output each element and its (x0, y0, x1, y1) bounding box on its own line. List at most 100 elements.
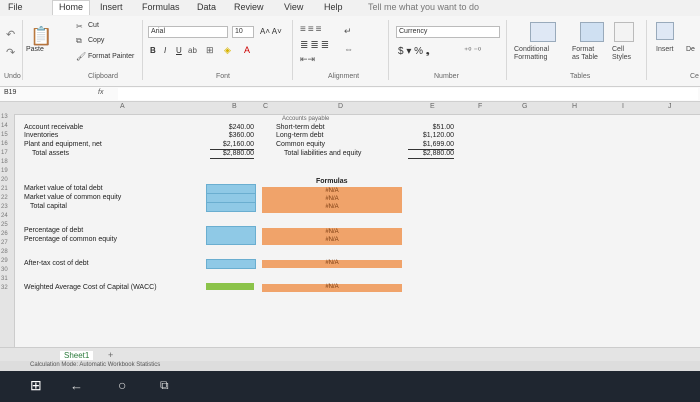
conditional-formatting-icon[interactable] (530, 22, 556, 42)
row-number[interactable]: 27 (1, 240, 8, 246)
row-number[interactable]: 30 (1, 267, 8, 273)
copy-button[interactable]: Copy (88, 37, 104, 44)
asset-total[interactable]: $2,880.00 (210, 150, 254, 159)
row-number[interactable]: 32 (1, 285, 8, 291)
format-table-icon[interactable] (580, 22, 604, 42)
row-number[interactable]: 21 (1, 186, 8, 192)
redo-icon[interactable]: ↷ (6, 46, 15, 59)
number-format-select[interactable]: Currency (396, 26, 500, 38)
row-number[interactable]: 13 (1, 114, 8, 120)
merge-center-icon[interactable]: ⇔ (344, 44, 353, 54)
undo-icon[interactable]: ↶ (6, 28, 15, 41)
align-top-icons[interactable]: ≡≡≡ (300, 24, 324, 35)
format-painter-button[interactable]: Format Painter (88, 53, 134, 60)
paste-label[interactable]: Paste (26, 46, 44, 53)
borders-icon[interactable]: ⊞ (206, 45, 214, 56)
row-number[interactable]: 26 (1, 231, 8, 237)
formula-input[interactable] (118, 88, 698, 100)
row-number[interactable]: 29 (1, 258, 8, 264)
format-as-table-button[interactable]: Format as Table (572, 46, 598, 62)
tab-file[interactable]: File (8, 2, 23, 12)
input-cell-blue[interactable] (206, 202, 256, 212)
back-arrow-icon[interactable]: ← (70, 378, 83, 393)
row-number[interactable]: 19 (1, 168, 8, 174)
fx-icon[interactable]: fx (98, 89, 103, 96)
row-number[interactable]: 15 (1, 132, 8, 138)
windows-start-icon[interactable]: ⊞ (30, 377, 42, 394)
formula-result[interactable]: #N/A (302, 260, 362, 266)
row-number[interactable]: 23 (1, 204, 8, 210)
font-size-select[interactable]: 10 (232, 26, 254, 38)
asset-value[interactable]: $240.00 (210, 124, 254, 132)
cell-styles-icon[interactable] (614, 22, 634, 42)
formula-result[interactable]: #N/A (302, 284, 362, 290)
tell-me-search[interactable]: Tell me what you want to do (368, 2, 479, 12)
task-view-icon[interactable]: ⧉ (160, 378, 169, 393)
column-header[interactable]: C (263, 103, 268, 110)
tab-help[interactable]: Help (324, 2, 343, 12)
tab-review[interactable]: Review (234, 2, 264, 12)
row-number[interactable]: 17 (1, 150, 8, 156)
font-grow-icon[interactable]: A˄ A˅ (260, 27, 282, 36)
underline-button[interactable]: U (176, 46, 182, 55)
wrap-text-icon[interactable]: ↵ (344, 26, 352, 37)
row-number[interactable]: 16 (1, 141, 8, 147)
tab-formulas[interactable]: Formulas (142, 2, 180, 12)
tab-view[interactable]: View (284, 2, 303, 12)
asset-value[interactable]: $2,160.00 (210, 141, 254, 150)
row-number[interactable]: 24 (1, 213, 8, 219)
indent-icons[interactable]: ⇤⇥ (300, 54, 315, 65)
strikethrough-icon[interactable]: ab (188, 46, 197, 55)
fill-color-icon[interactable]: ◈ (224, 45, 231, 56)
italic-button[interactable]: I (164, 46, 166, 55)
font-name-select[interactable]: Arial (148, 26, 228, 38)
tab-data[interactable]: Data (197, 2, 216, 12)
row-number[interactable]: 22 (1, 195, 8, 201)
row-number[interactable]: 14 (1, 123, 8, 129)
formula-result[interactable]: #N/A (302, 196, 362, 202)
bold-button[interactable]: B (150, 46, 156, 55)
row-number[interactable]: 31 (1, 276, 8, 282)
delete-button[interactable]: De (686, 46, 695, 53)
insert-button[interactable]: Insert (656, 46, 674, 53)
font-color-icon[interactable]: A (244, 45, 250, 55)
asset-value[interactable]: $360.00 (210, 132, 254, 140)
worksheet-grid[interactable]: A B C D E F G H I J Account receivable I… (0, 102, 700, 347)
column-header[interactable]: I (622, 103, 624, 110)
format-painter-icon[interactable]: 🖌 (76, 52, 86, 61)
input-cell-blue[interactable] (206, 226, 256, 245)
liability-total[interactable]: $2,880.00 (408, 150, 454, 159)
column-header[interactable]: B (232, 103, 237, 110)
formula-result[interactable]: #N/A (302, 204, 362, 210)
liability-value[interactable]: $1,120.00 (408, 132, 454, 140)
insert-cells-icon[interactable] (656, 22, 674, 40)
column-header[interactable]: G (522, 103, 527, 110)
conditional-formatting-button[interactable]: Conditional Formatting (514, 46, 549, 62)
tab-home[interactable]: Home (52, 0, 91, 15)
search-circle-icon[interactable]: ○ (118, 377, 126, 393)
cell-styles-button[interactable]: Cell Styles (612, 46, 631, 62)
row-number[interactable]: 28 (1, 249, 8, 255)
accounting-format-button[interactable]: $ ▾ % ❟ (398, 46, 430, 57)
formula-result[interactable]: #N/A (302, 229, 362, 235)
column-header[interactable]: F (478, 103, 482, 110)
row-number[interactable]: 18 (1, 159, 8, 165)
cut-button[interactable]: Cut (88, 22, 99, 29)
liability-value[interactable]: $51.00 (408, 124, 454, 132)
paste-icon[interactable]: 📋 (30, 26, 52, 47)
input-cell-blue[interactable] (206, 259, 256, 269)
add-sheet-icon[interactable]: + (108, 350, 113, 360)
column-header[interactable]: D (338, 103, 343, 110)
column-header[interactable]: H (572, 103, 577, 110)
column-header[interactable]: J (668, 103, 672, 110)
tab-insert[interactable]: Insert (100, 2, 123, 12)
row-number[interactable]: 25 (1, 222, 8, 228)
sheet-tab[interactable]: Sheet1 (60, 351, 94, 360)
output-cell-green[interactable] (206, 283, 254, 290)
name-box[interactable]: B19 (2, 88, 102, 100)
copy-icon[interactable]: ⧉ (76, 36, 82, 46)
align-left-icons[interactable]: ≣≣≣ (300, 40, 331, 51)
formula-result[interactable]: #N/A (302, 188, 362, 194)
row-number[interactable]: 20 (1, 177, 8, 183)
decimal-icons[interactable]: ⁺⁰ ⁻⁰ (464, 46, 481, 55)
